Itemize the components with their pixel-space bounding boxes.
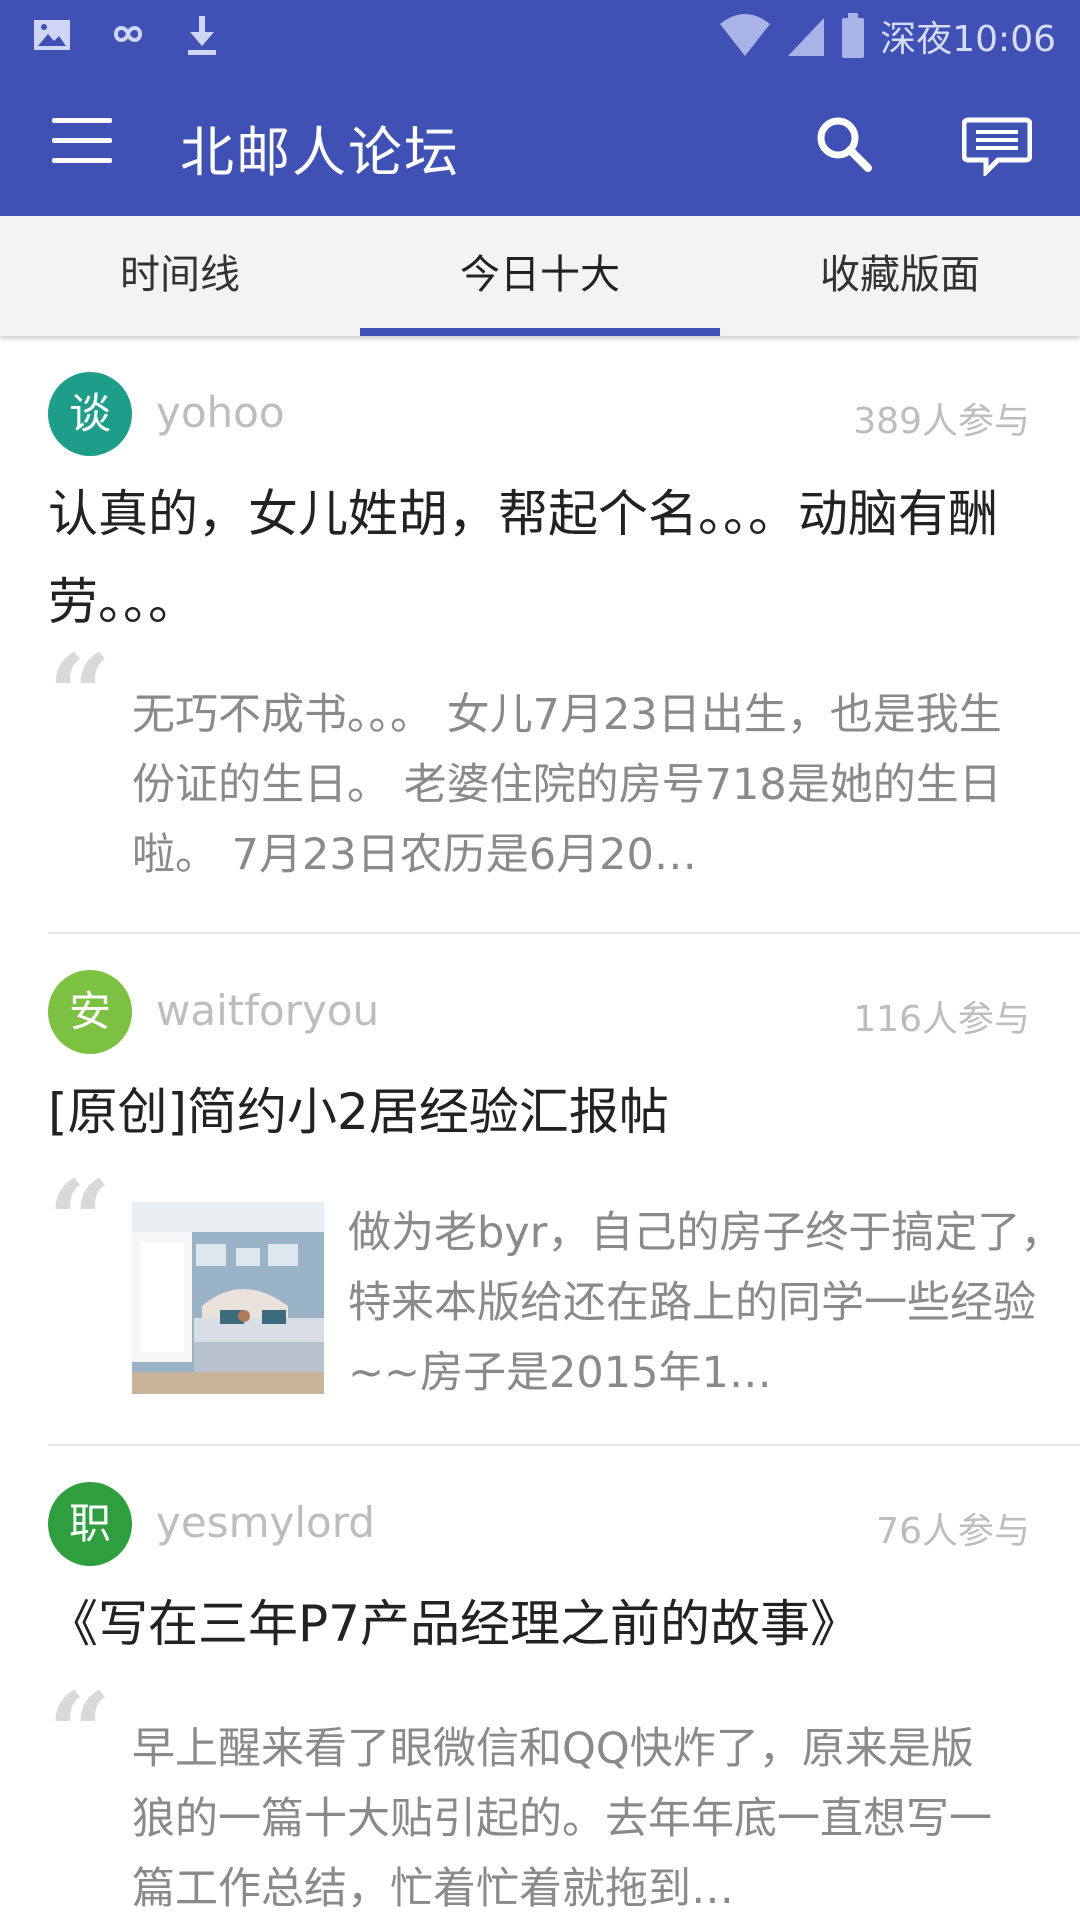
app-title: 北邮人论坛 (180, 121, 460, 184)
quote-icon: “ (48, 1156, 112, 1285)
tab-label: 收藏版面 (820, 252, 980, 298)
participant-count: 76人参与 (876, 1511, 1030, 1552)
divider (48, 1444, 1080, 1446)
status-time: 深夜10:06 (880, 19, 1056, 60)
post-card[interactable]: 安 waitforyou 116人参与 [原创]简约小2居经验汇报帖 “ 做为老… (48, 970, 1080, 1440)
username[interactable]: yohoo (156, 388, 285, 437)
image-icon (34, 20, 70, 50)
quote-icon: “ (48, 1668, 112, 1797)
bedroom-thumbnail-image (132, 1202, 324, 1394)
participant-count: 389人参与 (853, 401, 1030, 442)
quote-icon: “ (48, 630, 112, 759)
status-bar: 深夜10:06 (0, 0, 1080, 72)
tab-favorites[interactable]: 收藏版面 (720, 216, 1080, 336)
post-title[interactable]: 《写在三年P7产品经理之前的故事》 (48, 1580, 1038, 1668)
avatar[interactable]: 安 (48, 970, 132, 1054)
avatar[interactable]: 职 (48, 1482, 132, 1566)
tab-timeline[interactable]: 时间线 (0, 216, 360, 336)
post-title[interactable]: [原创]简约小2居经验汇报帖 (48, 1068, 1038, 1156)
app-bar: 北邮人论坛 (0, 72, 1080, 216)
wifi-icon (720, 14, 771, 56)
infinity-icon (113, 26, 143, 42)
post-excerpt: 做为老byr，自己的房子终于搞定了，特来本版给还在路上的同学一些经验~~房子是2… (348, 1208, 1064, 1398)
username[interactable]: waitforyou (156, 986, 379, 1035)
signal-icon (788, 18, 825, 56)
tab-label: 今日十大 (460, 252, 620, 298)
post-title[interactable]: 认真的，女儿姓胡，帮起个名。。。动脑有酬劳。。。 (48, 470, 1038, 646)
active-tab-indicator (360, 328, 720, 336)
post-thumbnail[interactable] (132, 1202, 324, 1394)
tab-bar: 时间线 今日十大 收藏版面 (0, 216, 1080, 336)
chat-icon[interactable] (962, 116, 1032, 176)
search-icon[interactable] (814, 114, 874, 174)
post-card[interactable]: 谈 yohoo 389人参与 认真的，女儿姓胡，帮起个名。。。动脑有酬劳。。。 … (48, 372, 1080, 932)
post-excerpt: 早上醒来看了眼微信和QQ快炸了，原来是版狼的一篇十大贴引起的。去年年底一直想写一… (132, 1724, 992, 1914)
tab-label: 时间线 (120, 252, 240, 298)
divider (48, 932, 1080, 934)
tab-top-ten[interactable]: 今日十大 (360, 216, 720, 336)
avatar[interactable]: 谈 (48, 372, 132, 456)
post-card[interactable]: 职 yesmylord 76人参与 《写在三年P7产品经理之前的故事》 “ 早上… (48, 1482, 1080, 1920)
download-icon (188, 16, 216, 55)
menu-icon[interactable] (52, 118, 112, 168)
battery-icon (842, 13, 865, 58)
participant-count: 116人参与 (853, 999, 1030, 1040)
username[interactable]: yesmylord (156, 1498, 375, 1547)
post-excerpt: 无巧不成书。。。 女儿7月23日出生，也是我生份证的生日。 老婆住院的房号718… (132, 690, 1002, 880)
